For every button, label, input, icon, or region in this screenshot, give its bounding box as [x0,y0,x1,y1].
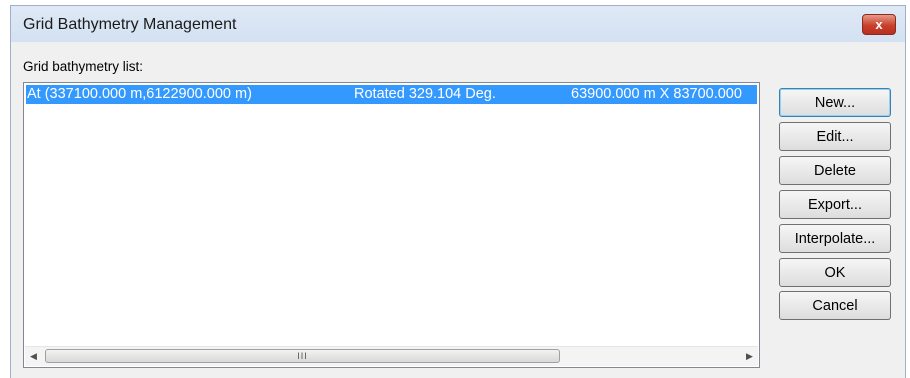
ok-button[interactable]: OK [779,258,891,287]
horizontal-scrollbar[interactable]: ◀ III ▶ [25,346,758,366]
scroll-left-icon[interactable]: ◀ [25,347,42,366]
close-button[interactable]: x [862,14,896,35]
export-button[interactable]: Export... [779,190,891,219]
close-icon: x [875,17,883,32]
scrollbar-grip: III [297,351,308,361]
delete-button[interactable]: Delete [779,156,891,185]
list-item-size: 63900.000 m X 83700.000 [571,86,742,102]
edit-button[interactable]: Edit... [779,122,891,151]
interpolate-button[interactable]: Interpolate... [779,224,891,253]
list-label: Grid bathymetry list: [23,59,144,74]
grid-bathymetry-listbox[interactable]: At (337100.000 m,6122900.000 m) Rotated … [23,82,760,368]
scrollbar-thumb[interactable]: III [45,349,560,363]
cancel-button[interactable]: Cancel [779,291,891,320]
window-title: Grid Bathymetry Management [23,16,237,33]
list-item-rotation: Rotated 329.104 Deg. [354,86,496,102]
list-item[interactable]: At (337100.000 m,6122900.000 m) Rotated … [26,85,757,104]
dialog-window: Grid Bathymetry Management x Grid bathym… [10,5,906,378]
scroll-right-icon[interactable]: ▶ [741,347,758,366]
new-button[interactable]: New... [779,88,891,117]
list-item-origin: At (337100.000 m,6122900.000 m) [27,86,252,102]
title-bar[interactable]: Grid Bathymetry Management x [11,6,905,42]
dialog-body: Grid bathymetry list: At (337100.000 m,6… [11,42,905,378]
